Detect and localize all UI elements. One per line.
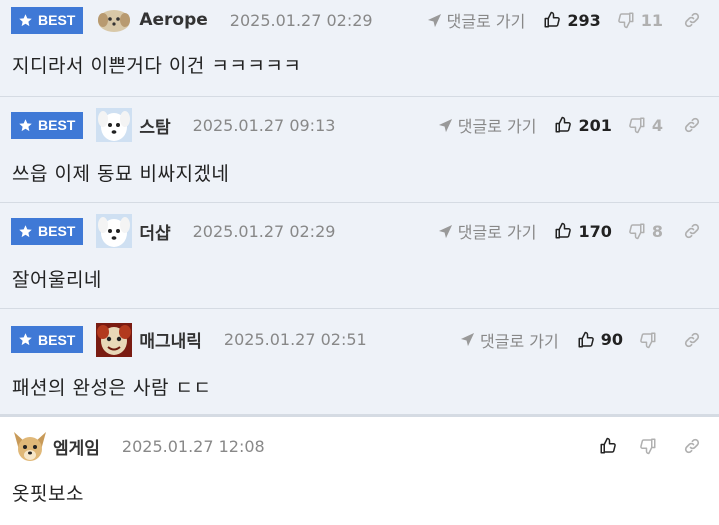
comment-item: BEST Aerope 2025.01.27 02:29 댓글로 가기 293 … bbox=[0, 0, 719, 97]
thumbs-down-icon bbox=[629, 223, 645, 240]
thumbs-up-icon bbox=[555, 116, 572, 133]
comment-date: 2025.01.27 09:13 bbox=[192, 115, 336, 135]
upvote-button[interactable]: 201 bbox=[554, 115, 612, 135]
downvote-button[interactable] bbox=[639, 331, 663, 349]
downvote-button[interactable]: 4 bbox=[628, 116, 663, 135]
copy-link-button[interactable] bbox=[683, 116, 701, 134]
downvote-count: 11 bbox=[640, 10, 663, 30]
best-badge: BEST bbox=[11, 326, 84, 353]
chihuahua-avatar-icon bbox=[14, 432, 46, 461]
go-to-reply-label: 댓글로 가기 bbox=[480, 331, 559, 351]
best-badge: BEST bbox=[11, 217, 84, 245]
comment-date: 2025.01.27 02:29 bbox=[229, 10, 373, 30]
best-badge-label: BEST bbox=[38, 12, 76, 28]
upvote-count: 293 bbox=[567, 10, 601, 30]
go-to-reply-link[interactable]: 댓글로 가기 bbox=[438, 113, 537, 137]
go-to-reply-link[interactable]: 댓글로 가기 bbox=[438, 219, 537, 243]
go-to-reply-link[interactable]: 댓글로 가기 bbox=[460, 328, 559, 352]
comment-item: BEST 더샵 2025.01.27 02:29 댓글로 가기 170 8 잘어… bbox=[0, 203, 719, 309]
best-badge: BEST bbox=[11, 6, 84, 34]
go-to-reply-label: 댓글로 가기 bbox=[457, 223, 537, 242]
upvote-count: 90 bbox=[600, 330, 623, 349]
upvote-button[interactable]: 170 bbox=[554, 221, 612, 241]
star-icon bbox=[19, 118, 32, 131]
comment-date: 2025.01.27 12:08 bbox=[121, 436, 265, 456]
copy-link-button[interactable] bbox=[683, 222, 701, 240]
link-icon bbox=[684, 223, 700, 239]
link-icon bbox=[684, 438, 700, 454]
thumbs-up-icon bbox=[555, 222, 572, 239]
copy-link-button[interactable] bbox=[683, 437, 701, 455]
best-badge-label: BEST bbox=[38, 331, 76, 348]
best-badge: BEST bbox=[11, 111, 84, 139]
comment-text: 패션의 완성은 사람 ㄷㄷ bbox=[12, 377, 212, 399]
thumbs-down-icon bbox=[617, 12, 634, 29]
downvote-button[interactable] bbox=[639, 437, 663, 455]
link-icon bbox=[684, 332, 700, 347]
puppy-avatar-icon bbox=[98, 10, 131, 32]
go-to-reply-link[interactable]: 댓글로 가기 bbox=[427, 8, 526, 32]
thumbs-up-icon bbox=[544, 11, 561, 28]
link-icon bbox=[684, 12, 700, 28]
comment-date: 2025.01.27 02:29 bbox=[192, 221, 336, 241]
comment-nickname[interactable]: Aerope bbox=[139, 10, 207, 30]
link-icon bbox=[684, 117, 700, 133]
upvote-button[interactable] bbox=[599, 437, 623, 455]
upvote-count: 170 bbox=[578, 221, 612, 241]
comment-nickname[interactable]: 스탐 bbox=[139, 113, 170, 138]
downvote-button[interactable]: 8 bbox=[628, 222, 663, 241]
downvote-count: 4 bbox=[651, 115, 663, 135]
thumbs-up-icon bbox=[578, 331, 594, 347]
comment-text: 잘어울리네 bbox=[12, 269, 102, 291]
send-arrow-icon bbox=[427, 13, 441, 27]
best-badge-label: BEST bbox=[38, 117, 76, 133]
white-dog-avatar-icon bbox=[96, 108, 133, 142]
comment-item: 엠게임 2025.01.27 12:08 옷핏보소 bbox=[0, 415, 719, 518]
comment-nickname[interactable]: 엠게임 bbox=[53, 434, 100, 459]
thumbs-down-icon bbox=[640, 438, 656, 455]
comment-text: 옷핏보소 bbox=[12, 483, 84, 505]
comment-item: BEST 매그내릭 2025.01.27 02:51 댓글로 가기 90 패션의… bbox=[0, 309, 719, 415]
thumbs-down-icon bbox=[640, 332, 656, 348]
comment-text: 쓰읍 이제 동묘 비싸지겠네 bbox=[12, 163, 230, 185]
star-icon bbox=[19, 333, 32, 346]
downvote-count: 8 bbox=[651, 221, 663, 241]
comment-item: BEST 스탐 2025.01.27 09:13 댓글로 가기 201 4 쓰읍… bbox=[0, 97, 719, 203]
thumbs-down-icon bbox=[629, 117, 645, 134]
comment-date: 2025.01.27 02:51 bbox=[223, 330, 367, 349]
star-icon bbox=[19, 13, 32, 26]
copy-link-button[interactable] bbox=[683, 331, 701, 349]
upvote-button[interactable]: 90 bbox=[577, 330, 623, 349]
downvote-button[interactable]: 11 bbox=[617, 11, 663, 30]
thumbs-up-icon bbox=[600, 437, 616, 454]
comment-text: 지디라서 이쁜거다 이건 ㅋㅋㅋㅋㅋ bbox=[12, 55, 302, 77]
comment-nickname[interactable]: 매그내릭 bbox=[139, 327, 202, 352]
send-arrow-icon bbox=[460, 332, 475, 347]
upvote-button[interactable]: 293 bbox=[543, 10, 601, 30]
white-dog-avatar-icon bbox=[96, 214, 133, 248]
send-arrow-icon bbox=[438, 118, 452, 132]
comment-nickname[interactable]: 더샵 bbox=[139, 219, 170, 244]
send-arrow-icon bbox=[438, 224, 452, 238]
upvote-count: 201 bbox=[578, 115, 612, 135]
best-badge-label: BEST bbox=[38, 223, 76, 239]
go-to-reply-label: 댓글로 가기 bbox=[457, 117, 537, 136]
copy-link-button[interactable] bbox=[683, 11, 701, 29]
star-icon bbox=[19, 224, 32, 237]
red-face-avatar-icon bbox=[96, 322, 133, 357]
go-to-reply-label: 댓글로 가기 bbox=[446, 12, 526, 31]
